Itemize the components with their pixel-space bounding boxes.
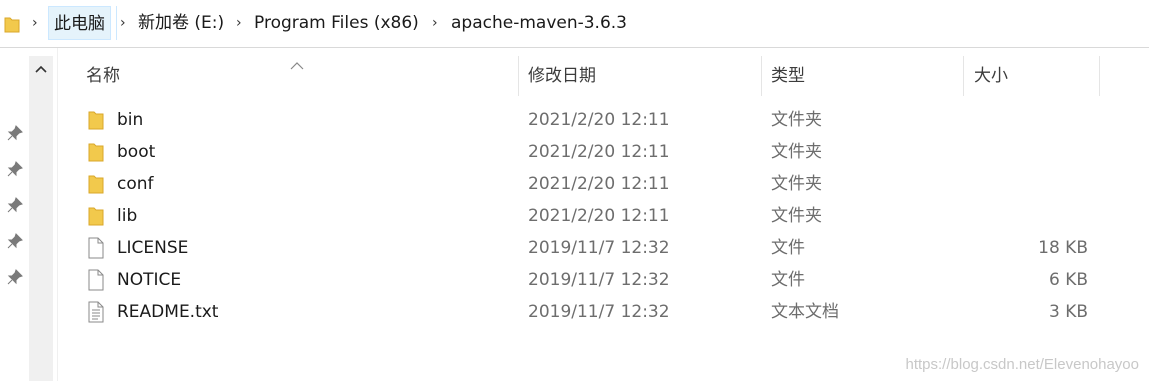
file-name[interactable]: README.txt — [117, 296, 218, 328]
file-size: 18 KB — [1038, 238, 1088, 258]
file-name[interactable]: boot — [117, 136, 155, 168]
scroll-up-button[interactable] — [29, 56, 53, 82]
file-icon — [87, 237, 105, 263]
file-modified: 2019/11/7 12:32 — [528, 270, 670, 290]
watermark: https://blog.csdn.net/Elevenohayoo — [905, 356, 1140, 373]
chevron-right-icon[interactable]: › — [236, 14, 242, 32]
file-modified: 2019/11/7 12:32 — [528, 302, 670, 322]
file-row[interactable]: lib 2021/2/20 12:11 文件夹 — [80, 200, 1100, 232]
file-name[interactable]: LICENSE — [117, 232, 188, 264]
file-size — [968, 104, 1088, 136]
text-file-icon — [87, 301, 105, 327]
folder-icon — [87, 173, 105, 199]
pin-icon[interactable] — [7, 197, 23, 217]
breadcrumb-drive-e[interactable]: 新加卷 (E:) — [138, 6, 224, 40]
file-type: 文件夹 — [771, 206, 822, 226]
pin-icon[interactable] — [7, 161, 23, 181]
file-name[interactable]: conf — [117, 168, 154, 200]
file-row[interactable]: NOTICE 2019/11/7 12:32 文件 6 KB — [80, 264, 1100, 296]
pin-icon[interactable] — [7, 233, 23, 253]
column-divider[interactable] — [1099, 56, 1100, 96]
column-divider[interactable] — [963, 56, 964, 96]
chevron-right-icon[interactable]: › — [120, 14, 126, 32]
file-icon — [87, 269, 105, 295]
breadcrumb-apache-maven[interactable]: apache-maven-3.6.3 — [451, 6, 627, 40]
column-divider[interactable] — [761, 56, 762, 96]
pin-icon[interactable] — [7, 269, 23, 289]
navigation-scrollbar[interactable] — [29, 56, 53, 381]
file-size: 6 KB — [1048, 270, 1088, 290]
pin-icon[interactable] — [7, 125, 23, 145]
file-name[interactable]: NOTICE — [117, 264, 181, 296]
file-type: 文件夹 — [771, 110, 822, 130]
chevron-up-icon — [35, 65, 47, 73]
file-type: 文件 — [771, 270, 805, 290]
file-name[interactable]: lib — [117, 200, 137, 232]
chevron-right-icon[interactable]: › — [32, 14, 38, 32]
file-name[interactable]: bin — [117, 104, 143, 136]
file-row[interactable]: conf 2021/2/20 12:11 文件夹 — [80, 168, 1100, 200]
folder-icon — [87, 205, 105, 231]
column-header-name[interactable]: 名称 — [78, 60, 518, 93]
folder-icon — [87, 109, 105, 135]
file-modified: 2021/2/20 12:11 — [528, 206, 670, 226]
file-type: 文件夹 — [771, 174, 822, 194]
file-row[interactable]: README.txt 2019/11/7 12:32 文本文档 3 KB — [80, 296, 1100, 328]
file-modified: 2021/2/20 12:11 — [528, 142, 670, 162]
file-size — [968, 136, 1088, 168]
file-modified: 2019/11/7 12:32 — [528, 238, 670, 258]
column-header-modified[interactable]: 修改日期 — [520, 60, 760, 93]
breadcrumb-this-pc[interactable]: 此电脑 — [48, 6, 111, 40]
file-size — [968, 168, 1088, 200]
file-type: 文本文档 — [771, 302, 839, 322]
folder-icon — [87, 141, 105, 167]
file-type: 文件 — [771, 238, 805, 258]
file-row[interactable]: bin 2021/2/20 12:11 文件夹 — [80, 104, 1100, 136]
address-bar[interactable]: › 此电脑 › 新加卷 (E:) › Program Files (x86) ›… — [0, 0, 1149, 48]
breadcrumb-divider — [116, 6, 117, 40]
file-size: 3 KB — [1048, 302, 1088, 322]
breadcrumb-program-files[interactable]: Program Files (x86) — [254, 6, 419, 40]
column-header-size[interactable]: 大小 — [966, 60, 1100, 93]
file-modified: 2021/2/20 12:11 — [528, 110, 670, 130]
file-modified: 2021/2/20 12:11 — [528, 174, 670, 194]
folder-icon — [4, 15, 20, 37]
file-row[interactable]: boot 2021/2/20 12:11 文件夹 — [80, 136, 1100, 168]
chevron-right-icon[interactable]: › — [432, 14, 438, 32]
file-size — [968, 200, 1088, 232]
file-row[interactable]: LICENSE 2019/11/7 12:32 文件 18 KB — [80, 232, 1100, 264]
column-divider[interactable] — [518, 56, 519, 96]
column-header-type[interactable]: 类型 — [763, 60, 963, 93]
file-type: 文件夹 — [771, 142, 822, 162]
